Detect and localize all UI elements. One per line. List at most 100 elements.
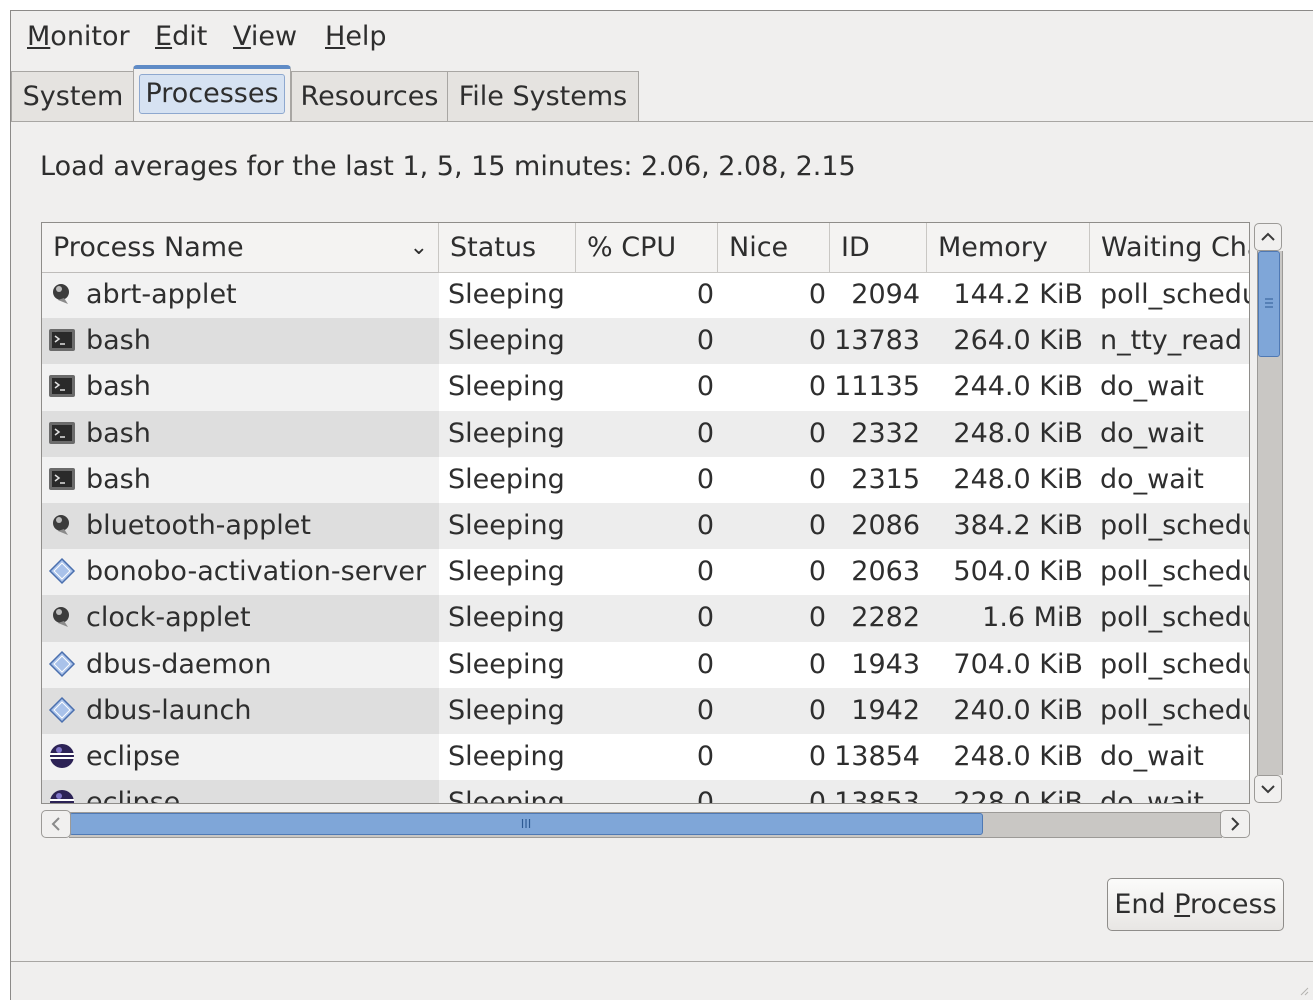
table-row[interactable]: bash Sleeping 0 0 2315 248.0 KiB do_wait bbox=[42, 456, 1249, 503]
scroll-down-button[interactable] bbox=[1254, 775, 1282, 803]
process-nice: 0 bbox=[808, 602, 826, 634]
process-memory: 248.0 KiB bbox=[953, 463, 1083, 495]
chevron-right-icon bbox=[1231, 817, 1240, 831]
column-memory[interactable]: Memory bbox=[927, 223, 1090, 272]
menu-monitor-label: onitor bbox=[50, 21, 130, 52]
process-waiting-channel: do_wait bbox=[1100, 463, 1204, 495]
column-nice-label: Nice bbox=[729, 232, 789, 263]
process-status: Sleeping bbox=[448, 740, 565, 772]
menu-monitor[interactable]: Monitor bbox=[27, 21, 130, 53]
process-status: Sleeping bbox=[448, 694, 565, 726]
table-row[interactable]: bash Sleeping 0 0 11135 244.0 KiB do_wait bbox=[42, 364, 1249, 411]
applet-icon bbox=[53, 284, 69, 304]
process-memory: 704.0 KiB bbox=[953, 648, 1083, 680]
process-list[interactable]: Process Name ⌄ Status % CPU Nice ID Memo… bbox=[41, 222, 1250, 804]
process-status: Sleeping bbox=[448, 509, 565, 541]
tab-resources[interactable]: Resources bbox=[291, 71, 448, 121]
process-cpu: 0 bbox=[696, 602, 714, 634]
process-id: 2332 bbox=[851, 417, 920, 449]
table-row[interactable]: dbus-launch Sleeping 0 0 1942 240.0 KiB poll_s… bbox=[42, 687, 1249, 734]
tab-bar: System Processes Resources File Systems bbox=[11, 65, 1313, 123]
table-row[interactable]: bash Sleeping 0 0 13783 264.0 KiB n_tty_read bbox=[42, 318, 1249, 365]
column-id[interactable]: ID bbox=[830, 223, 927, 272]
tab-file-systems-label: File Systems bbox=[458, 81, 628, 112]
scroll-up-button[interactable] bbox=[1254, 223, 1282, 251]
table-row[interactable]: bluetooth-applet Sleeping 0 0 2086 384.2 KiB p… bbox=[42, 502, 1250, 550]
menu-edit[interactable]: Edit bbox=[155, 21, 207, 53]
resize-grip-icon[interactable] bbox=[1299, 986, 1309, 996]
process-waiting-channel: n_tty_read bbox=[1100, 325, 1243, 357]
process-nice: 0 bbox=[808, 787, 826, 804]
process-name: bash bbox=[86, 463, 151, 495]
column-waiting-channel[interactable]: Waiting Cha bbox=[1090, 223, 1250, 272]
process-waiting-channel: poll_schedu bbox=[1100, 509, 1250, 541]
horizontal-scrollbar[interactable]: III bbox=[41, 810, 1250, 838]
chevron-left-icon bbox=[51, 817, 60, 831]
tab-system[interactable]: System bbox=[11, 71, 135, 121]
table-row[interactable]: abrt-applet Sleeping 0 0 2094 144.2 KiB poll_s… bbox=[42, 272, 1249, 319]
process-name: eclipse bbox=[86, 740, 181, 772]
process-nice: 0 bbox=[808, 740, 826, 772]
table-row[interactable]: eclipse Sleeping 0 0 13854 248.0 KiB do_wait bbox=[42, 733, 1249, 781]
process-rows: abrt-applet Sleeping 0 0 2094 144.2 KiB poll_s… bbox=[42, 272, 1250, 804]
column-cpu-label: % CPU bbox=[587, 232, 677, 263]
process-id: 2094 bbox=[851, 279, 920, 310]
process-nice: 0 bbox=[808, 325, 826, 357]
column-nice[interactable]: Nice bbox=[718, 223, 830, 272]
menu-help-label: elp bbox=[345, 21, 387, 52]
process-nice: 0 bbox=[808, 279, 826, 310]
process-id: 2086 bbox=[851, 509, 920, 541]
process-status: Sleeping bbox=[448, 648, 565, 680]
end-process-label-end: rocess bbox=[1190, 889, 1277, 920]
process-name: abrt-applet bbox=[86, 279, 237, 310]
process-status: Sleeping bbox=[448, 371, 565, 403]
process-status: Sleeping bbox=[448, 325, 565, 357]
table-row[interactable]: bonobo-activation-server Sleeping 0 0 2063 50… bbox=[42, 549, 1249, 596]
scroll-left-button[interactable] bbox=[41, 810, 71, 838]
process-waiting-channel: poll_schedu bbox=[1100, 602, 1250, 634]
process-nice: 0 bbox=[808, 371, 826, 403]
tab-file-systems[interactable]: File Systems bbox=[447, 71, 639, 121]
vertical-scroll-thumb[interactable] bbox=[1258, 251, 1280, 357]
table-row[interactable]: eclipse Sleeping 0 0 13853 228.0 KiB do_wait bbox=[42, 780, 1249, 804]
tab-processes[interactable]: Processes bbox=[133, 65, 291, 121]
table-row[interactable]: bash Sleeping 0 0 2332 248.0 KiB do_wait bbox=[42, 410, 1249, 457]
process-status: Sleeping bbox=[448, 602, 565, 634]
terminal-icon bbox=[49, 467, 75, 490]
table-row[interactable]: dbus-daemon Sleeping 0 0 1943 704.0 KiB poll_s… bbox=[42, 641, 1249, 688]
process-id: 13853 bbox=[834, 787, 920, 804]
process-status: Sleeping bbox=[448, 556, 565, 588]
process-memory: 264.0 KiB bbox=[953, 325, 1083, 357]
menu-view[interactable]: View bbox=[233, 21, 297, 53]
menu-help[interactable]: Help bbox=[325, 21, 387, 53]
table-row[interactable]: clock-applet Sleeping 0 0 2282 1.6 MiB poll_sc… bbox=[42, 595, 1250, 642]
horizontal-scroll-track[interactable]: III bbox=[69, 812, 1222, 838]
process-nice: 0 bbox=[808, 417, 826, 449]
eclipse-icon bbox=[50, 743, 74, 768]
process-status: Sleeping bbox=[448, 279, 565, 310]
end-process-button[interactable]: End Process bbox=[1107, 878, 1284, 931]
horizontal-scroll-thumb[interactable]: III bbox=[69, 813, 983, 835]
column-process-name[interactable]: Process Name ⌄ bbox=[42, 223, 439, 272]
process-name: clock-applet bbox=[86, 602, 251, 634]
tab-resources-label: Resources bbox=[300, 81, 439, 112]
column-status[interactable]: Status bbox=[439, 223, 576, 272]
column-waiting-channel-label: Waiting Cha bbox=[1101, 232, 1250, 263]
load-averages-label: Load averages for the last 1, 5, 15 minu… bbox=[40, 151, 856, 182]
process-id: 2315 bbox=[851, 463, 920, 495]
process-memory: 248.0 KiB bbox=[953, 417, 1083, 449]
process-memory: 240.0 KiB bbox=[953, 694, 1083, 726]
terminal-icon bbox=[49, 329, 75, 352]
process-waiting-channel: do_wait bbox=[1100, 740, 1204, 772]
vertical-scroll-track[interactable] bbox=[1257, 251, 1283, 775]
column-cpu[interactable]: % CPU bbox=[576, 223, 718, 272]
menubar: Monitor Edit View Help bbox=[11, 11, 1313, 63]
process-name: bash bbox=[86, 325, 151, 357]
process-name: dbus-daemon bbox=[86, 648, 272, 680]
scroll-right-button[interactable] bbox=[1220, 810, 1250, 838]
end-process-mnemonic: P bbox=[1174, 889, 1191, 920]
process-name: bonobo-activation-server bbox=[86, 556, 427, 588]
applet-icon bbox=[53, 607, 69, 628]
column-process-name-label: Process Name bbox=[53, 232, 244, 263]
vertical-scrollbar[interactable] bbox=[1254, 223, 1283, 803]
